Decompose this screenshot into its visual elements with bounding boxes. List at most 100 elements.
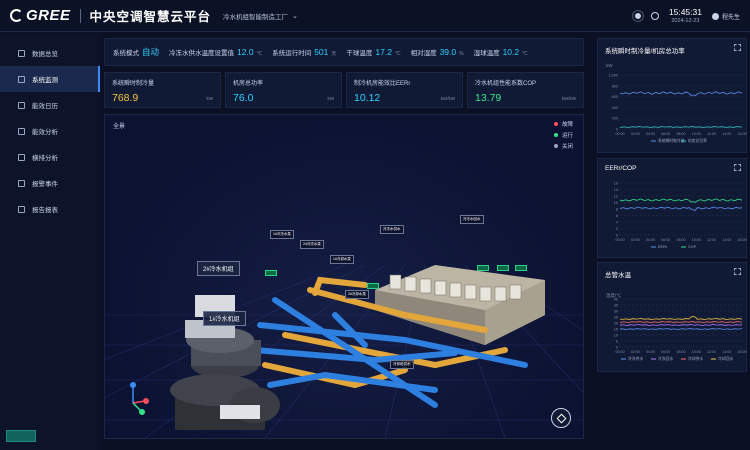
equipment-label[interactable]: 1#冷冻水泵 [270,230,294,239]
scene-view-label: 全景 [113,124,126,130]
y-tick-label: 16 [614,182,618,186]
y-tick-label: 8 [616,208,618,212]
series-line [619,198,743,203]
y-tick-label: 6 [616,214,618,218]
status-chip[interactable] [367,283,379,289]
x-tick-label: 02:00 [631,132,640,136]
x-tick-label: 08:00 [677,350,686,354]
alarm-icon [18,179,25,187]
sidebar-item-calendar[interactable]: 能效日历 [0,92,100,118]
sidebar: 数据总览 系统监测 能效日历 能效分析 横排分析 报警事件 报告报表 [0,33,100,450]
report-icon [18,205,25,213]
x-tick-label: 04:00 [646,132,655,136]
sidebar-item-analysis[interactable]: 横排分析 [0,144,100,170]
x-tick-label: 14:00 [722,132,731,136]
y-tick-label: 800 [612,84,618,88]
legend-fault: 故障 [553,120,573,128]
y-tick-label: 1,000 [608,74,618,78]
status-legend: 故障 运行 关闭 [553,120,573,153]
x-tick-label: 12:00 [707,350,716,354]
x-tick-label: 12:00 [707,238,716,242]
equipment-label[interactable]: 冷却塔供水 [390,360,414,369]
equipment-label[interactable]: 2#冷冻水泵 [300,240,324,249]
scene-graphics [105,264,583,438]
chart-icon [18,127,25,135]
globe-icon[interactable] [650,12,659,20]
sidebar-item-alarms[interactable]: 报警事件 [0,170,100,196]
legend-label: 系统瞬时制冷量 [658,138,685,143]
sidebar-item-reports[interactable]: 报告报表 [0,196,100,222]
version-badge [6,430,36,442]
kpi-eerr: 制冷机房能效比EERr 10.12 kW/kW [346,72,463,108]
chart-header-water-temp: 40 35 30 25 20 15 10 5 000:00 02:00 04:00 06:00 08:0… [614,298,747,362]
system-status-bar: 系统模式 自动 冷冻水供水温度设置值 12.0 ℃ 系统运行时间 501 天 干球温度 17… [104,38,584,66]
kpi-row: 系统瞬时制冷量 768.9 kW 机房总功率 76.0 kW 制冷机房能效比EERr 10… [104,72,584,108]
legend-label: 机房总功率 [688,138,707,143]
equipment-label[interactable]: 冷冻水回水 [460,215,484,224]
kpi-cooling-capacity: 系统瞬时制冷量 768.9 kW [104,72,221,108]
layers-button[interactable] [551,408,571,428]
y-tick-label: 0 [616,346,618,350]
status-chip[interactable] [497,265,509,271]
x-tick-label: 00:00 [616,350,625,354]
y-tick-label: 15 [614,328,618,332]
y-tick-label: 20 [614,322,618,326]
stat-mode: 系统模式 自动 [113,47,160,57]
y-tick-label: 0 [616,128,618,132]
status-chip[interactable] [515,265,527,271]
top-right-tools: 15:45:31 2024-12-23 程先生 [634,0,740,32]
y-tick-label: 600 [612,95,618,99]
legend-label: 冷却回水 [718,356,733,361]
y-tick-label: 30 [614,310,618,314]
top-bar: GREE 中央空调智慧云平台 冷水机组智能制造工厂 ⌄ 15:45:31 2024… [0,0,750,32]
stat-runtime: 系统运行时间 501 天 [272,47,337,57]
theme-toggle-icon[interactable] [634,13,641,19]
stat-setpoint: 冷冻水供水温度设置值 12.0 ℃ [169,47,263,57]
series-line [619,321,742,323]
status-chip[interactable] [477,265,489,271]
kpi-total-power: 机房总功率 76.0 kW [225,72,342,108]
x-tick-label: 06:00 [661,238,670,242]
panel-eerr-cop: EERr/COP 16 14 12 10 8 6 4 2 0 00:00 02:00 04:00 06:… [597,158,747,258]
x-tick-label: 16:00 [738,238,747,242]
equipment-label[interactable]: 1#冷却水泵 [330,255,354,264]
user-menu[interactable]: 程先生 [711,12,740,21]
panel-cooling-power: 系统瞬时制冷量/机房总功率 kW 1,000 800 600 400 200 0 00:00… [597,38,747,153]
legend-label: 冷冻回水 [658,356,673,361]
y-tick-label: 10 [614,201,618,205]
stat-drybulb: 干球温度 17.2 ℃ [346,47,401,57]
y-tick-label: 25 [614,316,618,320]
chiller-label-2[interactable]: 2#冷水机组 [197,261,240,276]
y-tick-label: 10 [614,334,618,338]
status-chip[interactable] [265,270,277,276]
equipment-label[interactable]: 2#冷却水泵 [345,290,369,299]
sidebar-item-overview[interactable]: 数据总览 [0,40,100,66]
y-tick-label: 35 [614,304,618,308]
chevron-down-icon: ⌄ [292,12,298,20]
monitor-icon [18,75,25,83]
chiller-label-1[interactable]: 1#冷水机组 [203,311,246,326]
stat-humidity: 相对湿度 39.0% [410,47,464,57]
gree-logo: GREE [10,7,71,24]
plant-selector[interactable]: 冷水机组智能制造工厂 ⌄ [223,11,298,21]
legend-label: COP [688,245,697,249]
equipment-label[interactable]: 冷冻水供水 [380,225,404,234]
legend-label: EERr [658,245,668,249]
user-icon [711,12,719,20]
series-line [619,126,742,128]
sidebar-item-monitor[interactable]: 系统监测 [0,66,100,92]
series-line [619,206,743,211]
x-tick-label: 02:00 [631,238,640,242]
series-line [619,328,743,330]
sidebar-item-efficiency[interactable]: 能效分析 [0,118,100,144]
stat-wetbulb: 湿球温度 10.2 ℃ [473,47,528,57]
x-tick-label: 00:00 [616,132,625,136]
y-tick-label: 2 [616,227,618,231]
plant-3d-scene[interactable]: 全景 故障 运行 关闭 2#冷水机组 1#冷水机组 1#冷冻水泵 2#冷冻水泵 … [104,114,584,439]
kpi-cop: 冷水机组性能系数COP 13.79 kW/kW [467,72,584,108]
x-tick-label: 16:00 [738,132,747,136]
series-line [619,324,743,326]
layers-icon [556,413,566,423]
x-tick-label: 14:00 [722,350,731,354]
x-tick-label: 16:00 [738,350,747,354]
